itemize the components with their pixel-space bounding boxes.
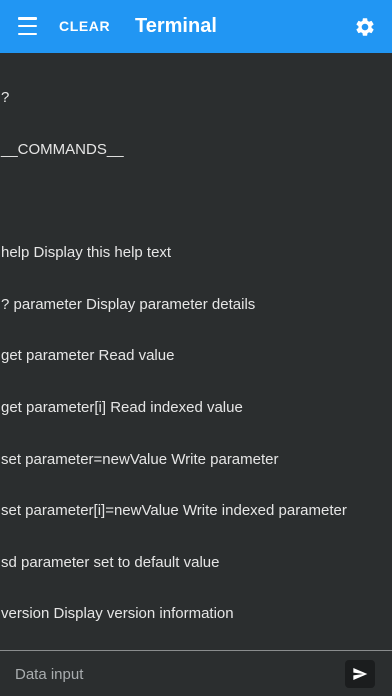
terminal-line: ? parameter Display parameter details <box>1 295 256 313</box>
menu-bar-bottom <box>18 32 37 35</box>
hamburger-menu-icon[interactable] <box>18 17 37 35</box>
terminal-output[interactable]: ? __COMMANDS__ help Display this help te… <box>0 53 392 650</box>
terminal-line: __COMMANDS__ <box>1 141 124 158</box>
terminal-line: ? <box>1 89 10 107</box>
terminal-line: set parameter[i]=newValue Write indexed … <box>1 502 347 520</box>
gear-icon-svg <box>356 18 374 36</box>
terminal-line: help Display this help text <box>1 244 172 262</box>
app-toolbar: CLEAR Terminal <box>0 0 392 53</box>
data-input-bar <box>0 650 392 696</box>
send-icon <box>353 668 368 680</box>
gear-icon[interactable] <box>354 16 376 38</box>
menu-bar-top <box>18 17 37 20</box>
data-input-field[interactable] <box>15 663 325 685</box>
page-title: Terminal <box>135 15 217 37</box>
send-button[interactable] <box>345 660 375 688</box>
clear-button[interactable]: CLEAR <box>59 18 110 34</box>
terminal-line: sd parameter set to default value <box>1 553 220 571</box>
menu-bar-middle <box>18 24 37 28</box>
terminal-app: CLEAR Terminal ? __COMMANDS__ help Displ… <box>0 0 392 696</box>
terminal-line: version Display version information <box>1 605 234 623</box>
terminal-line: get parameter[i] Read indexed value <box>1 398 243 416</box>
terminal-line: get parameter Read value <box>1 347 175 365</box>
terminal-line: set parameter=newValue Write parameter <box>1 450 279 468</box>
